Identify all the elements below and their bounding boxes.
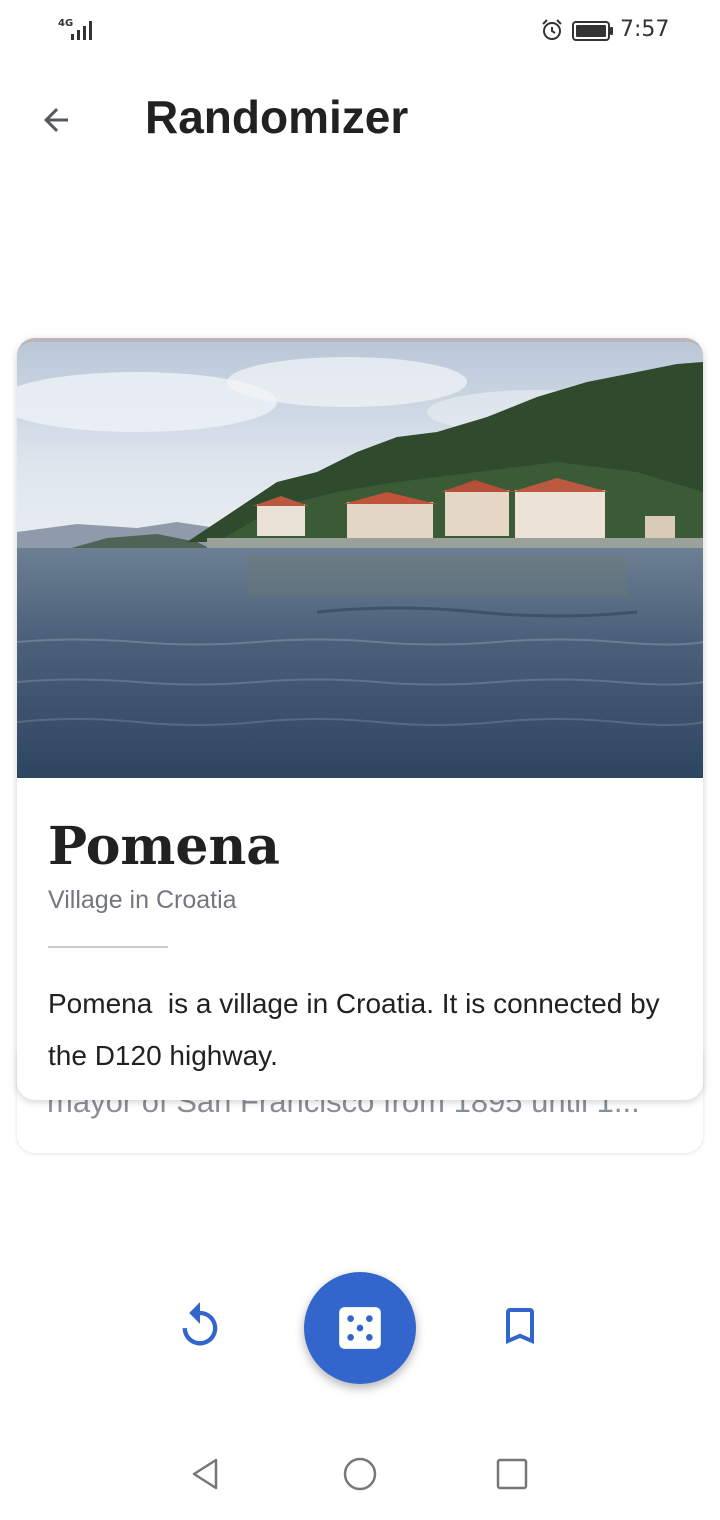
article-image bbox=[17, 342, 703, 778]
app-bar: Randomizer bbox=[0, 60, 720, 176]
article-title: Pomena bbox=[48, 816, 280, 877]
article-extract: Pomena is a village in Croatia. It is co… bbox=[48, 988, 668, 1071]
nav-recents-icon[interactable] bbox=[492, 1454, 532, 1494]
signal-icon bbox=[71, 21, 92, 40]
bookmark-icon bbox=[506, 1308, 534, 1344]
arrow-left-icon bbox=[44, 108, 68, 132]
undo-button[interactable] bbox=[170, 1296, 230, 1356]
signal-indicator: 4G bbox=[58, 18, 98, 42]
undo-icon bbox=[182, 1302, 218, 1346]
nav-home-icon[interactable] bbox=[340, 1454, 380, 1494]
alarm-icon bbox=[542, 19, 562, 40]
battery-icon bbox=[572, 21, 613, 41]
dice-icon bbox=[339, 1307, 381, 1349]
article-description: Village in Croatia bbox=[48, 886, 237, 914]
system-nav-bar bbox=[0, 1430, 720, 1520]
back-button[interactable] bbox=[30, 94, 82, 146]
page-title: Randomizer bbox=[145, 91, 409, 143]
nav-back-icon[interactable] bbox=[186, 1454, 226, 1494]
randomizer-actions bbox=[0, 1270, 720, 1386]
status-time: 7:57 bbox=[620, 17, 670, 42]
status-bar: 4G 7:57 bbox=[0, 0, 720, 60]
article-card[interactable]: Pomena Village in Croatia Pomena is a vi… bbox=[17, 338, 703, 1100]
randomize-button[interactable] bbox=[304, 1272, 416, 1384]
divider bbox=[48, 946, 168, 948]
save-button[interactable] bbox=[490, 1296, 550, 1356]
